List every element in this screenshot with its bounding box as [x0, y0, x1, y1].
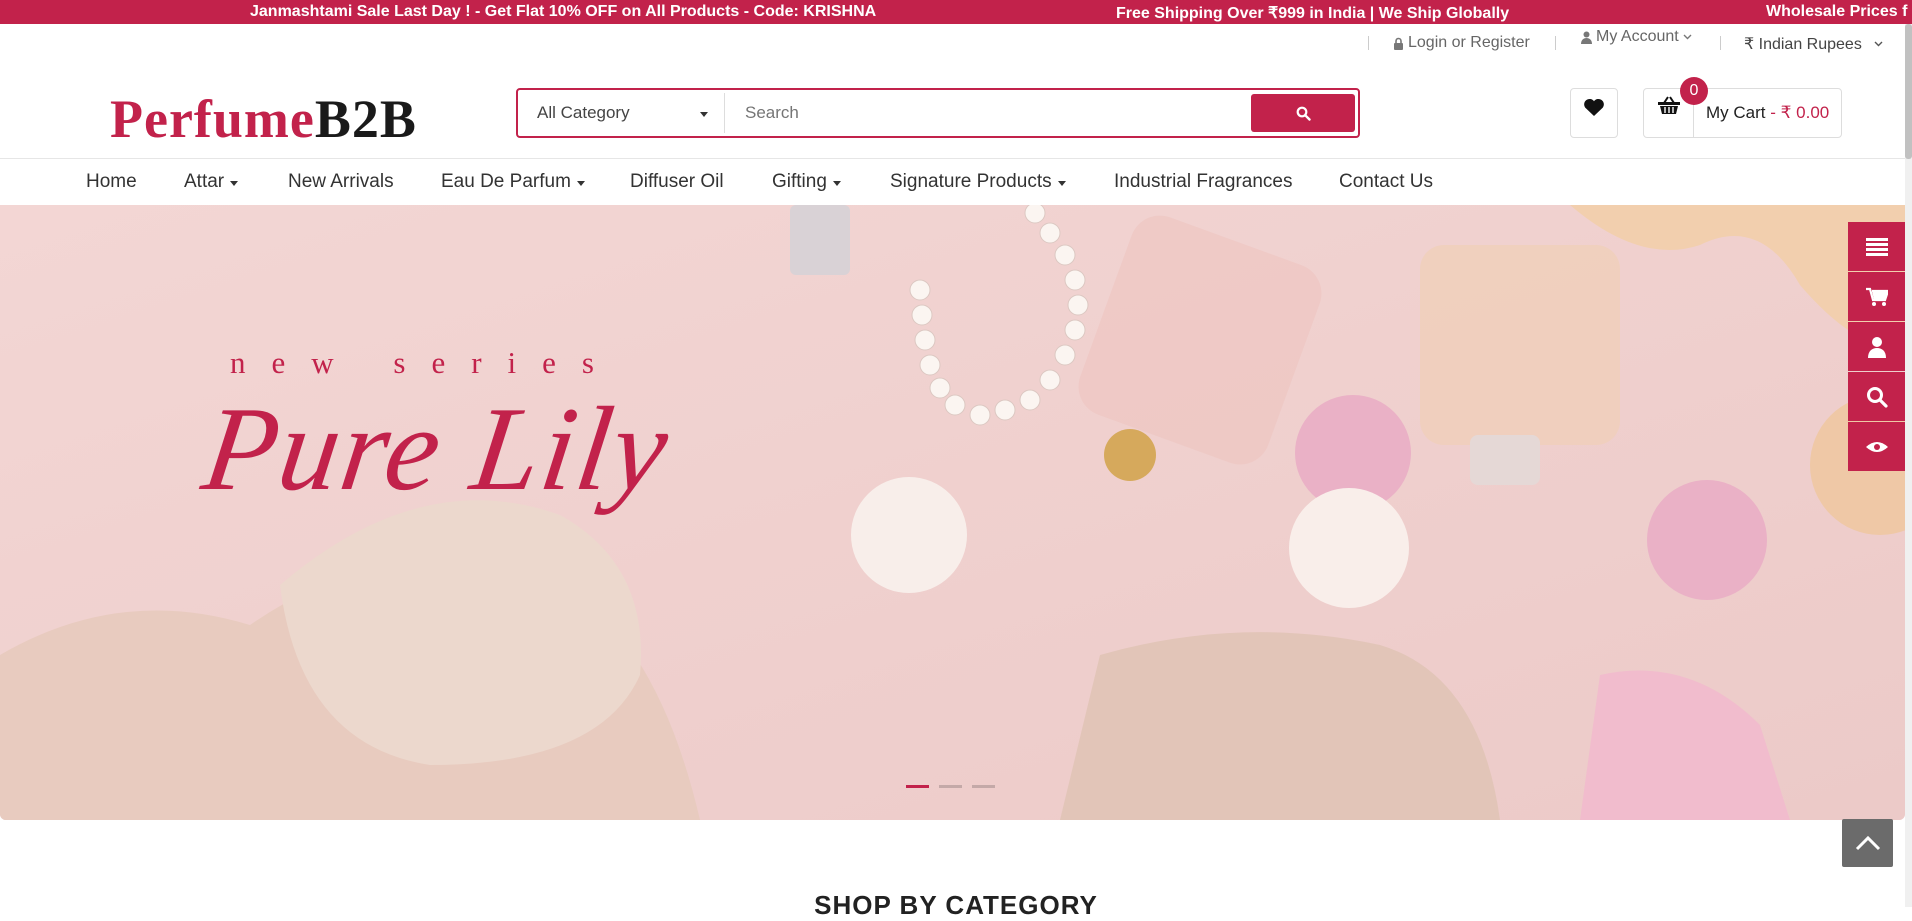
nav-label: Eau De Parfum: [441, 171, 571, 192]
nav-label: Industrial Fragrances: [1114, 171, 1293, 192]
nav-label: Contact Us: [1339, 171, 1433, 192]
site-logo[interactable]: PerfumeB2B: [110, 88, 417, 150]
cart-button[interactable]: 0 My Cart - ₹ 0.00: [1643, 77, 1842, 138]
nav-item-gifting[interactable]: Gifting: [772, 171, 841, 193]
announcement-text: Free Shipping Over ₹999 in India | We Sh…: [1116, 5, 1510, 22]
logo-part-2: B2B: [314, 89, 417, 149]
cart-summary: My Cart - ₹ 0.00: [1694, 103, 1829, 123]
nav-label: Signature Products: [890, 171, 1052, 192]
nav-item-industrial-fragrances[interactable]: Industrial Fragrances: [1114, 171, 1292, 193]
utility-bar: Login or Register My Account ₹ Indian Ru…: [0, 24, 1912, 60]
nav-label: Attar: [184, 171, 225, 192]
nav-item-contact-us[interactable]: Contact Us: [1339, 171, 1433, 193]
category-select[interactable]: All Category: [521, 93, 725, 133]
nav-item-eau-de-parfum[interactable]: Eau De Parfum: [441, 171, 585, 193]
caret-down-icon: [230, 181, 239, 186]
nav-label: Gifting: [772, 171, 827, 192]
nav-item-attar[interactable]: Attar: [184, 171, 239, 193]
scroll-to-top-button[interactable]: [1842, 819, 1893, 867]
search-bar: All Category: [516, 88, 1360, 138]
search-icon: [1296, 106, 1311, 121]
lock-icon: [1394, 37, 1403, 50]
cart-count-badge: 0: [1680, 77, 1708, 105]
divider: [1720, 36, 1721, 50]
account-label: My Account: [1596, 28, 1679, 45]
cart-amount: - ₹ 0.00: [1770, 103, 1830, 122]
cart-icon: [1866, 287, 1888, 306]
category-value: All Category: [537, 103, 630, 122]
divider: [1368, 36, 1369, 50]
hero-title: Pure Lily: [195, 382, 678, 515]
slider-dots: [906, 785, 995, 788]
slider-dot[interactable]: [906, 785, 929, 788]
search-input[interactable]: [725, 93, 1251, 133]
nav-label: Diffuser Oil: [630, 171, 724, 192]
nav-item-signature-products[interactable]: Signature Products: [890, 171, 1066, 193]
login-label: Login or Register: [1408, 34, 1530, 51]
cart-label: My Cart: [1706, 103, 1766, 122]
page-scrollbar[interactable]: [1905, 24, 1912, 907]
caret-down-icon: [832, 181, 841, 186]
slider-dot[interactable]: [939, 785, 962, 788]
wishlist-button[interactable]: [1570, 88, 1618, 138]
chevron-up-icon: [1855, 835, 1880, 851]
menu-button[interactable]: [1848, 222, 1906, 271]
chevron-down-icon: [1874, 41, 1883, 47]
search-shortcut-button[interactable]: [1848, 372, 1906, 421]
hero-tagline: new series: [230, 345, 620, 380]
quick-action-rail: [1848, 222, 1906, 472]
currency-selector[interactable]: ₹ Indian Rupees: [1744, 34, 1883, 54]
search-icon: [1867, 386, 1888, 408]
cart-basket: 0: [1644, 77, 1708, 137]
login-link[interactable]: Login or Register: [1393, 34, 1530, 52]
nav-item-diffuser-oil[interactable]: Diffuser Oil: [630, 171, 724, 193]
announcement-text: Janmashtami Sale Last Day ! - Get Flat 1…: [250, 3, 877, 20]
announcement-text: Wholesale Prices f: [1766, 3, 1908, 20]
heart-icon: [1584, 98, 1604, 116]
slider-dot[interactable]: [972, 785, 995, 788]
nav-item-home[interactable]: Home: [86, 171, 137, 193]
site-header: PerfumeB2B All Category 0 My Cart - ₹ 0.…: [0, 60, 1912, 159]
nav-item-new-arrivals[interactable]: New Arrivals: [288, 171, 394, 193]
search-button[interactable]: [1251, 94, 1355, 132]
recently-viewed-button[interactable]: [1848, 422, 1906, 471]
caret-down-icon: [1057, 181, 1066, 186]
hero-banner[interactable]: new series Pure Lily: [0, 205, 1905, 820]
section-title: SHOP BY CATEGORY: [814, 890, 1098, 920]
user-icon: [1868, 336, 1886, 358]
announcement-bar: Janmashtami Sale Last Day ! - Get Flat 1…: [0, 0, 1912, 24]
nav-label: New Arrivals: [288, 171, 394, 192]
nav-label: Home: [86, 171, 137, 192]
logo-part-1: Perfume: [110, 89, 315, 149]
account-menu[interactable]: My Account: [1581, 28, 1692, 46]
cart-shortcut-button[interactable]: [1848, 272, 1906, 321]
chevron-down-icon: [1683, 34, 1692, 40]
user-icon: [1581, 31, 1592, 44]
currency-label: ₹ Indian Rupees: [1744, 36, 1862, 53]
main-nav: Home Attar New Arrivals Eau De Parfum Di…: [0, 159, 1912, 205]
caret-down-icon: [576, 181, 585, 186]
caret-down-icon: [700, 112, 708, 117]
basket-icon: [1657, 96, 1680, 114]
scrollbar-thumb[interactable]: [1905, 24, 1912, 159]
menu-icon: [1866, 237, 1888, 256]
divider: [1555, 36, 1556, 50]
account-shortcut-button[interactable]: [1848, 322, 1906, 371]
eye-icon: [1866, 441, 1888, 452]
